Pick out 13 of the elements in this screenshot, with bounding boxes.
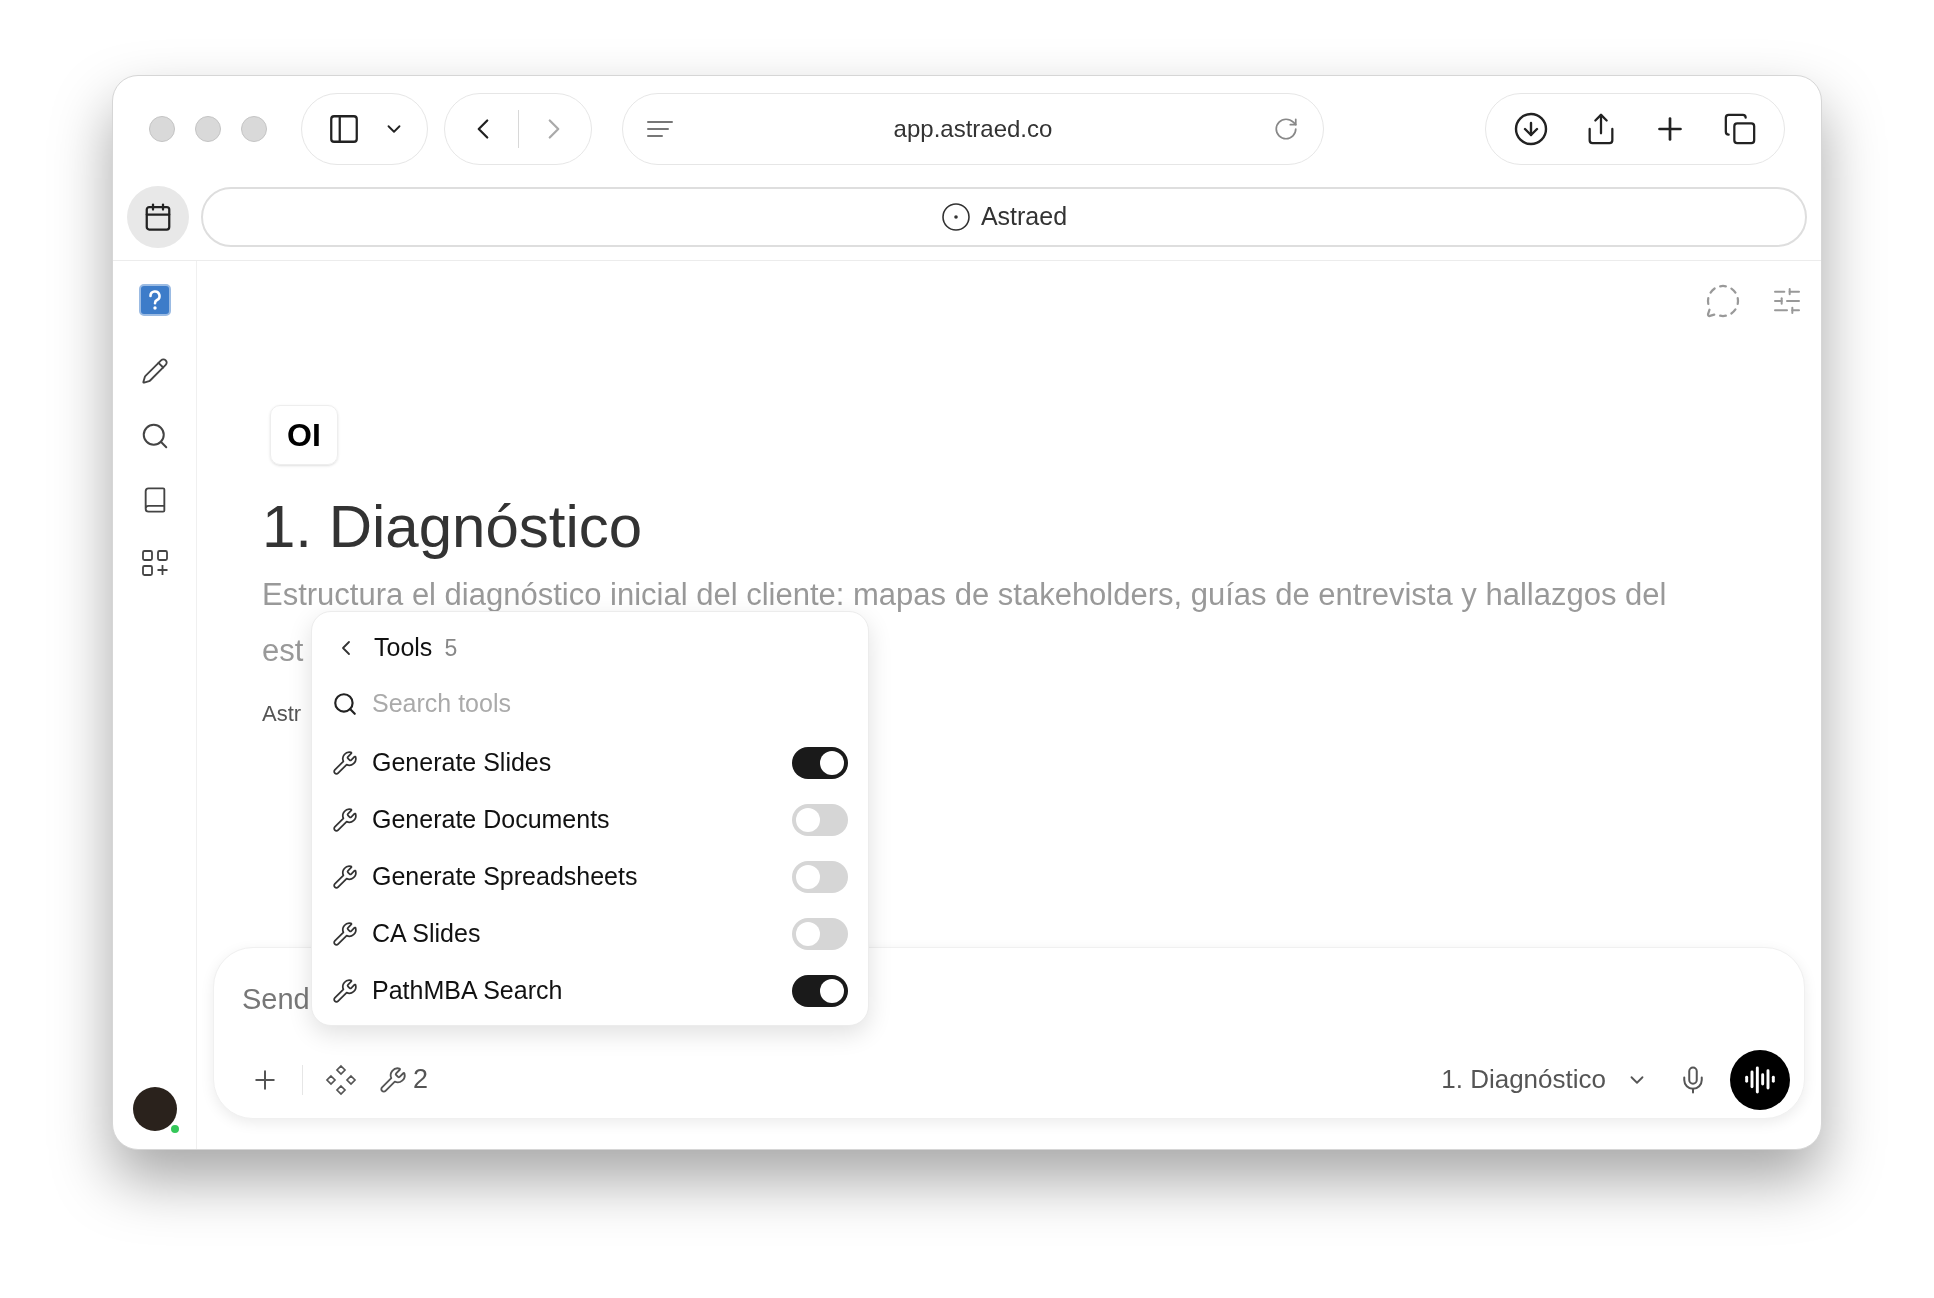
page-description: est <box>262 632 304 670</box>
tool-name: CA Slides <box>372 917 481 949</box>
page-title: 1. Diagnóstico <box>262 492 643 562</box>
tool-name: Generate Slides <box>372 746 552 778</box>
tools-count: 5 <box>444 633 458 663</box>
tool-name: Generate Documents <box>372 803 610 835</box>
byline-text: Astr <box>262 700 302 728</box>
url-text: app.astraed.co <box>892 113 1054 144</box>
tool-name: Generate Spreadsheets <box>372 860 638 892</box>
page-description: Estructura el diagnóstico inicial del cliente: mapas de stakeholders, guías de entrevista y hallazgos del <box>262 576 1667 614</box>
tool-name: PathMBA Search <box>372 974 563 1006</box>
model-logo: OI <box>270 405 338 465</box>
popup-title: Tools <box>374 632 433 664</box>
